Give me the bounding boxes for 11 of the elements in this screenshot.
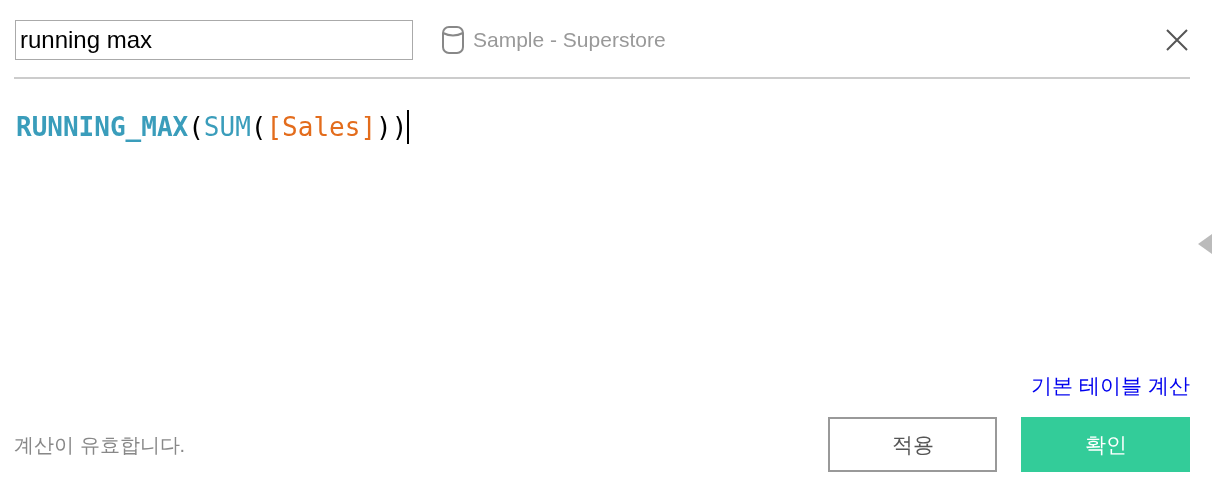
name-field[interactable]: running max xyxy=(15,19,413,60)
panel-toggle-icon xyxy=(1198,234,1212,254)
apply-button[interactable]: 적용 xyxy=(828,417,997,472)
database-icon xyxy=(441,24,465,55)
default-table-calc-link[interactable]: 기본 테이블 계산 xyxy=(1031,369,1190,401)
text-cursor xyxy=(407,110,410,144)
close-button[interactable] xyxy=(1166,28,1188,51)
status-text: 계산이 유효합니다. xyxy=(14,432,186,458)
formula-editor-text[interactable]: RUNNING_MAX(SUM([Sales])) xyxy=(16,107,408,147)
data-source-label: Sample - Superstore xyxy=(473,26,666,53)
close-icon xyxy=(1166,28,1188,51)
